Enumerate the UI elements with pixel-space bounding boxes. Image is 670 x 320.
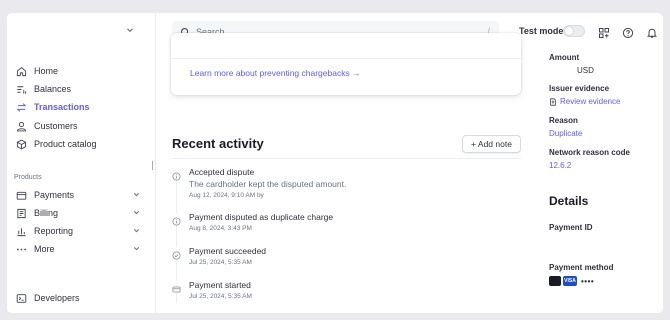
sidebar-item-label: Reporting — [34, 226, 74, 236]
event-time: Aug 12, 2024, 9:10 AM by — [189, 192, 264, 199]
customers-icon — [15, 120, 27, 132]
review-evidence-text: Review evidence — [560, 97, 621, 106]
sidebar-item-reporting[interactable]: Reporting — [15, 222, 149, 240]
products-section-label: Products — [14, 174, 42, 181]
sidebar-item-billing[interactable]: Billing — [15, 204, 149, 222]
account-switcher[interactable] — [7, 13, 156, 51]
sidebar-item-label: Transactions — [34, 102, 90, 112]
event-title: Payment succeeded — [189, 246, 267, 256]
sidebar: Home Balances Transactions Customers Pro… — [7, 13, 156, 313]
notifications-bell-icon[interactable] — [646, 26, 658, 38]
terminal-icon — [15, 292, 27, 304]
sidebar-item-label: More — [34, 244, 55, 254]
chargeback-prevention-link[interactable]: Learn more about preventing chargebacks … — [190, 68, 361, 78]
sidebar-item-label: Billing — [34, 208, 59, 218]
chevron-down-icon — [133, 247, 140, 251]
reporting-icon — [15, 225, 27, 237]
amount-currency: USD — [577, 66, 594, 75]
section-divider — [172, 158, 521, 159]
payments-icon — [15, 189, 27, 201]
event-title: Accepted dispute — [189, 167, 255, 177]
sidebar-item-product-catalog[interactable]: Product catalog — [15, 135, 149, 153]
card-divider — [171, 58, 521, 59]
payment-method-label: Payment method — [549, 263, 614, 272]
sidebar-item-label: Payments — [34, 190, 75, 200]
resize-handle[interactable] — [152, 161, 153, 170]
link-text: Learn more about preventing chargebacks — [190, 68, 350, 78]
sidebar-item-label: Customers — [34, 121, 78, 131]
visa-icon: VISA — [563, 276, 577, 286]
billing-icon — [15, 207, 27, 219]
balances-icon — [15, 83, 27, 95]
event-title: Payment disputed as duplicate charge — [189, 212, 334, 222]
recent-activity-title: Recent activity — [172, 136, 264, 151]
sidebar-item-developers[interactable]: Developers — [15, 289, 149, 307]
details-title: Details — [549, 194, 589, 208]
sidebar-item-label: Balances — [34, 84, 72, 94]
sidebar-item-balances[interactable]: Balances — [15, 80, 149, 98]
test-mode-toggle[interactable] — [563, 25, 585, 37]
event-time: Aug 8, 2024, 3:43 PM — [189, 225, 252, 232]
app-window: Home Balances Transactions Customers Pro… — [7, 13, 663, 313]
chevron-down-icon — [133, 193, 140, 197]
review-evidence-link[interactable]: Review evidence — [549, 97, 620, 106]
amount-label: Amount — [549, 53, 580, 62]
card-number-mask: •••• — [581, 276, 595, 286]
chevron-down-icon — [133, 211, 140, 215]
more-icon — [15, 243, 27, 255]
check-circle-icon — [172, 247, 181, 260]
sidebar-item-payments[interactable]: Payments — [15, 186, 149, 204]
home-icon — [15, 65, 27, 77]
network-reason-code-value[interactable]: 12.6.2 — [549, 161, 571, 170]
payment-id-label: Payment ID — [549, 223, 593, 232]
payment-method-icons: VISA •••• — [549, 276, 594, 286]
sidebar-item-label: Product catalog — [34, 139, 97, 149]
event-time: Jul 25, 2024, 5:35 AM — [189, 259, 252, 266]
product-catalog-icon — [15, 138, 27, 150]
info-icon — [172, 168, 181, 181]
event-title: Payment started — [189, 280, 251, 290]
event-time: Jul 25, 2024, 5:35 AM — [189, 293, 252, 300]
sidebar-item-label: Home — [34, 66, 59, 76]
apple-pay-icon — [549, 276, 561, 286]
sidebar-item-label: Developers — [34, 293, 80, 303]
transactions-icon — [15, 101, 27, 113]
network-reason-code-label: Network reason code — [549, 148, 630, 157]
toggle-knob — [565, 27, 573, 35]
card-icon — [172, 281, 181, 293]
event-description: The cardholder kept the disputed amount. — [189, 179, 347, 189]
sidebar-item-customers[interactable]: Customers — [15, 117, 149, 135]
help-icon[interactable] — [622, 26, 634, 39]
document-icon — [550, 97, 556, 106]
reason-label: Reason — [549, 116, 578, 125]
chevron-down-icon — [127, 28, 133, 33]
issuer-evidence-label: Issuer evidence — [549, 84, 610, 93]
info-icon — [172, 213, 181, 226]
add-note-button[interactable]: + Add note — [462, 135, 521, 153]
arrow-right-icon: → — [352, 68, 361, 78]
sidebar-item-more[interactable]: More — [15, 240, 149, 258]
sidebar-item-transactions[interactable]: Transactions — [15, 98, 149, 116]
chargeback-info-card: Learn more about preventing chargebacks … — [171, 33, 521, 95]
test-mode-label: Test mode — [519, 26, 564, 36]
apps-icon[interactable] — [598, 26, 610, 38]
sidebar-item-home[interactable]: Home — [15, 62, 149, 80]
reason-value-link[interactable]: Duplicate — [549, 129, 582, 138]
chevron-down-icon — [133, 229, 140, 233]
